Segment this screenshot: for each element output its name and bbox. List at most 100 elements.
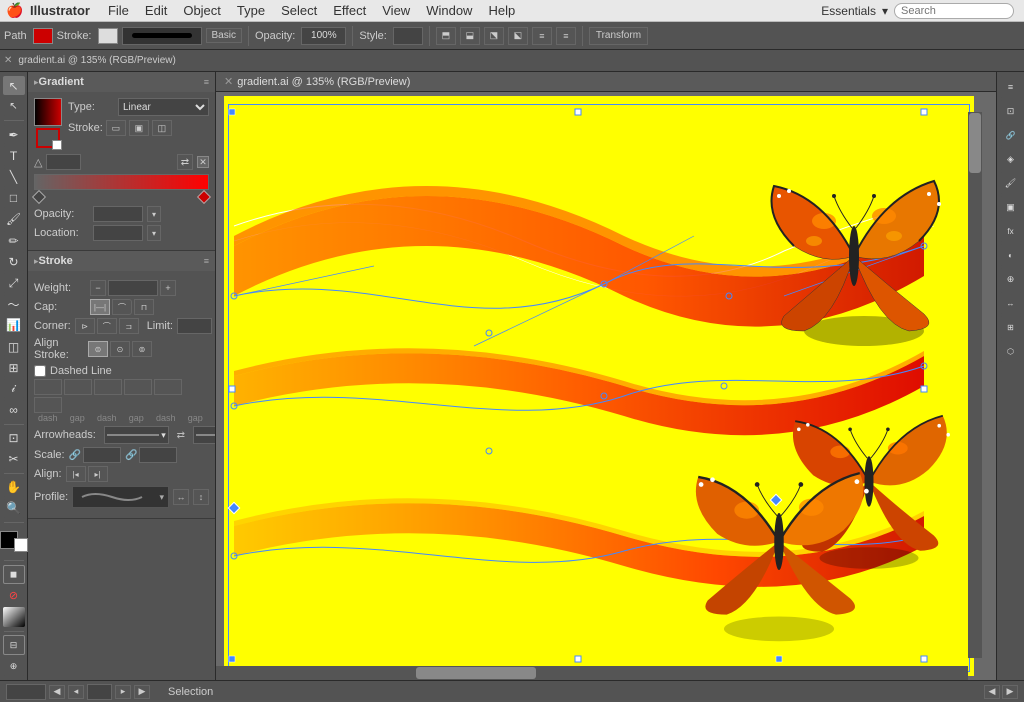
align-center-btn[interactable]: ⊜ <box>88 341 108 357</box>
tool-scale[interactable]: ⤢ <box>3 273 25 292</box>
menu-help[interactable]: Help <box>480 1 523 20</box>
nav-artboard-next[interactable]: ▸ <box>115 685 131 699</box>
right-btn-links[interactable]: 🔗 <box>1000 124 1022 146</box>
right-btn-appearance[interactable]: ◐ <box>1000 244 1022 266</box>
right-btn-pathfinder[interactable]: ⊞ <box>1000 316 1022 338</box>
stroke-apply-btn-1[interactable]: ▭ <box>106 120 126 136</box>
canvas[interactable] <box>224 96 974 676</box>
opacity-input-gp[interactable]: 10% <box>93 206 143 222</box>
menu-file[interactable]: File <box>100 1 137 20</box>
opacity-dropdown-btn[interactable]: ▾ <box>147 206 161 222</box>
profile-select[interactable]: ▾ <box>72 486 169 508</box>
align-icon-1[interactable]: ⬒ <box>436 27 456 45</box>
arrow-start-select[interactable]: ▾ <box>104 426 169 444</box>
menu-view[interactable]: View <box>374 1 418 20</box>
reverse-gradient-btn[interactable]: ⇄ <box>177 154 193 170</box>
profile-flip-v-btn[interactable]: ↕ <box>193 489 209 505</box>
nav-prev-btn[interactable]: ◀ <box>49 685 65 699</box>
align-inside-btn[interactable]: ⊙ <box>110 341 130 357</box>
right-btn-symbols[interactable]: ◈ <box>1000 148 1022 170</box>
location-dropdown-btn[interactable]: ▾ <box>147 225 161 241</box>
location-input[interactable]: 11.73% <box>93 225 143 241</box>
horizontal-scrollbar[interactable] <box>216 666 968 680</box>
apple-menu[interactable]: 🍎 <box>0 2 30 19</box>
tool-rotate[interactable]: ↻ <box>3 252 25 271</box>
nav-next-btn[interactable]: ▶ <box>134 685 150 699</box>
gradient-panel-menu[interactable]: ≡ <box>204 77 209 87</box>
profile-flip-h-btn[interactable]: ↔ <box>173 489 189 505</box>
gradient-panel-header[interactable]: ▸ Gradient ≡ <box>28 72 215 92</box>
tool-paintbrush[interactable]: 🖌 <box>3 210 25 229</box>
corner-bevel-btn[interactable]: ⊐ <box>119 318 139 334</box>
gradient-bar[interactable] <box>34 174 209 190</box>
right-btn-swatches[interactable]: ▣ <box>1000 196 1022 218</box>
right-btn-layers[interactable]: ≡ <box>1000 76 1022 98</box>
style-selector[interactable] <box>393 27 423 45</box>
playback-next-btn[interactable]: ▶ <box>1002 685 1018 699</box>
scale-start-input[interactable]: 100% <box>83 447 121 463</box>
delete-stop-btn[interactable]: ✕ <box>197 156 209 168</box>
weight-increment-btn[interactable]: + <box>160 280 176 296</box>
align-end-btn[interactable]: ▸| <box>88 466 108 482</box>
arrow-swap-btn[interactable]: ⇄ <box>173 427 189 443</box>
screen-mode-btn[interactable]: ⊟ <box>3 635 25 654</box>
stroke-apply-btn-2[interactable]: ▣ <box>129 120 149 136</box>
tool-slice[interactable]: ✂ <box>3 450 25 469</box>
stroke-weight-preview[interactable] <box>122 27 202 45</box>
transform-button[interactable]: Transform <box>589 27 648 45</box>
gradient-stroke-icon[interactable] <box>36 128 60 148</box>
right-btn-graphic-styles[interactable]: fx <box>1000 220 1022 242</box>
tool-zoom[interactable]: 🔍 <box>3 499 25 518</box>
tool-artboard[interactable]: ⊡ <box>3 429 25 448</box>
right-btn-align[interactable]: ⊕ <box>1000 268 1022 290</box>
essentials-label[interactable]: Essentials <box>821 4 876 18</box>
align-icon-3[interactable]: ⬔ <box>484 27 504 45</box>
align-icon-2[interactable]: ⬓ <box>460 27 480 45</box>
tool-graph[interactable]: 📊 <box>3 316 25 335</box>
tool-eyedropper[interactable]: 𝒾 <box>3 379 25 398</box>
weight-input[interactable] <box>108 280 158 296</box>
dash-1[interactable] <box>34 379 62 395</box>
gap-3[interactable] <box>34 397 62 413</box>
playback-prev-btn[interactable]: ◀ <box>984 685 1000 699</box>
gap-2[interactable] <box>124 379 152 395</box>
menu-edit[interactable]: Edit <box>137 1 175 20</box>
tool-hand[interactable]: ✋ <box>3 478 25 497</box>
tool-selection[interactable]: ↖ <box>3 76 25 95</box>
drawing-mode-btn[interactable]: ⊕ <box>3 657 25 676</box>
menu-object[interactable]: Object <box>175 1 229 20</box>
corner-round-btn[interactable]: ⌒ <box>97 318 117 334</box>
right-btn-transparency[interactable]: ⬡ <box>1000 340 1022 362</box>
zoom-input[interactable]: 135% <box>6 684 46 700</box>
opacity-input[interactable] <box>301 27 346 45</box>
doc-tab-title[interactable]: gradient.ai @ 135% (RGB/Preview) <box>237 76 410 88</box>
right-btn-transform[interactable]: ↔ <box>1000 292 1022 314</box>
fill-swatch[interactable] <box>33 28 53 44</box>
tool-pen[interactable]: ✒ <box>3 125 25 144</box>
stroke-panel-header[interactable]: ▸ Stroke ≡ <box>28 251 215 271</box>
weight-decrement-btn[interactable]: − <box>90 280 106 296</box>
dash-3[interactable] <box>154 379 182 395</box>
gradient-type-select[interactable]: Linear Radial <box>118 98 209 116</box>
gradient-stop-right[interactable] <box>197 190 211 204</box>
corner-miter-btn[interactable]: ⊳ <box>75 318 95 334</box>
hscroll-thumb[interactable] <box>416 667 536 679</box>
angle-input[interactable] <box>46 154 81 170</box>
menu-window[interactable]: Window <box>418 1 480 20</box>
vscroll-thumb[interactable] <box>969 113 981 173</box>
cap-round-btn[interactable]: ⌒ <box>112 299 132 315</box>
close-icon-tab[interactable]: ✕ <box>4 55 12 66</box>
tool-mesh[interactable]: ⊞ <box>3 358 25 377</box>
nav-artboard-prev[interactable]: ◂ <box>68 685 84 699</box>
doc-tab-close[interactable]: ✕ <box>224 75 233 88</box>
align-outside-btn[interactable]: ⊚ <box>132 341 152 357</box>
stroke-color-box[interactable] <box>14 538 28 552</box>
tool-line[interactable]: ╲ <box>3 168 25 187</box>
document-tab[interactable]: gradient.ai @ 135% (RGB/Preview) <box>18 55 175 66</box>
tool-warp[interactable]: 〜 <box>3 295 25 314</box>
brush-profile-selector[interactable]: Basic <box>206 28 242 43</box>
right-btn-artboards[interactable]: ⊡ <box>1000 100 1022 122</box>
align-icon-6[interactable]: ≡ <box>556 27 576 45</box>
align-start-btn[interactable]: |◂ <box>66 466 86 482</box>
gap-1[interactable] <box>64 379 92 395</box>
